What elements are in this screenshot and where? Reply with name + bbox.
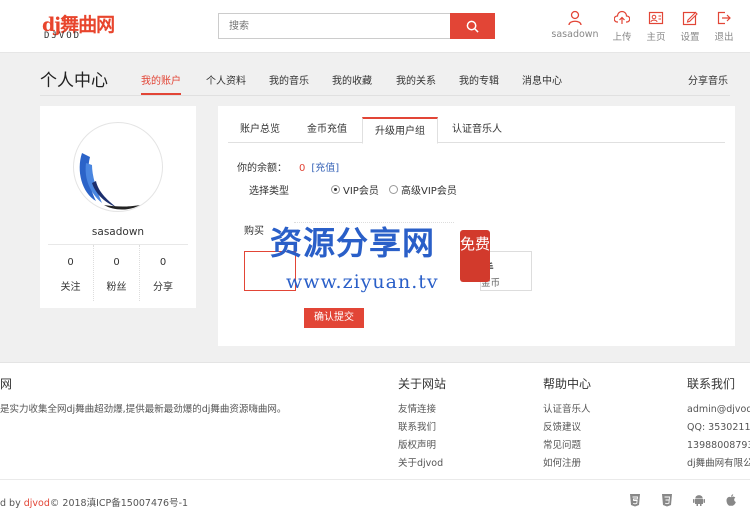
tab-recharge[interactable]: 金币充值 [295,117,359,143]
footer-site-description: 是实力收集全网dj舞曲超劲爆,提供最新最劲爆的dj舞曲资源嗨曲网。 [0,404,287,415]
balance-label: 你的余额： [237,163,287,174]
stat-shares-label: 分享 [153,282,173,293]
search-box [218,13,495,39]
footer-contact-email[interactable]: admin@djvod [687,401,750,419]
footer-link-faq[interactable]: 常见问题 [543,437,591,455]
footer-link-friends[interactable]: 友情连接 [398,401,446,419]
tab-upgrade[interactable]: 升级用户组 [362,117,438,144]
toolbar-logout-label: 退出 [714,32,734,43]
nav-tab-profile[interactable]: 个人资料 [206,72,246,95]
watermark: 资源分享网 www.ziyuan.tv 免费 [270,218,510,298]
nav-tab-albums[interactable]: 我的专辑 [459,72,499,95]
copyright-suffix: © 2018滇ICP备15007476号-1 [49,498,189,509]
android-icon[interactable] [692,493,706,507]
site-logo[interactable]: dj舞曲网 DJVOD [40,10,120,44]
stat-shares[interactable]: 0 分享 [140,245,186,301]
stat-fans[interactable]: 0 粉丝 [94,245,140,301]
stat-fans-label: 粉丝 [106,282,127,293]
toolbar-logout[interactable]: 退出 [699,10,749,43]
radio-vip[interactable]: VIP会员 [331,182,379,197]
profile-card: sasadown 0 关注 0 粉丝 0 分享 [40,106,196,308]
footer-contact-company: dj舞曲网有限公 [687,458,750,469]
tab-musician[interactable]: 认证音乐人 [440,117,514,143]
stat-fans-value: 0 [113,257,120,268]
toolbar-upload-label: 上传 [612,32,632,43]
css3-icon[interactable] [660,493,674,507]
watermark-title: 资源分享网 [270,224,436,262]
footer-contact-phone: 13988008793 [687,440,750,451]
toolbar-home-label: 主页 [646,32,666,43]
tab-overview[interactable]: 账户总览 [228,117,292,143]
search-button[interactable] [450,13,495,39]
stat-following[interactable]: 0 关注 [48,245,94,301]
balance-row: 你的余额： 0 [充值] [237,159,339,174]
panel-tabs: 账户总览 金币充值 升级用户组 认证音乐人 [228,117,725,144]
watermark-url: www.ziyuan.tv [286,271,439,293]
watermark-seal: 免费 [460,230,490,282]
footer-link-feedback[interactable]: 反馈建议 [543,419,591,437]
toolbar-user-label: sasadown [551,29,599,40]
apple-icon[interactable] [724,493,738,507]
nav-tab-relations[interactable]: 我的关系 [396,72,436,95]
footer-col-contact: 联系我们 admin@djvod QQ: 3530211 13988008793… [687,375,750,473]
radio-premium-vip[interactable]: 高级VIP会员 [389,182,457,197]
account-nav: 个人中心 我的账户 个人资料 我的音乐 我的收藏 我的关系 我的专辑 消息中心 … [40,66,730,96]
footer-help-title: 帮助中心 [543,377,592,391]
upload-icon [614,10,630,24]
search-input[interactable] [219,14,453,38]
site-footer: 网 是实力收集全网dj舞曲超劲爆,提供最新最劲爆的dj舞曲资源嗨曲网。 关于网站… [0,362,750,520]
footer-link-copyright[interactable]: 版权声明 [398,437,446,455]
radio-vip-dot[interactable] [331,185,340,194]
html5-icon[interactable] [628,493,642,507]
profile-stats: 0 关注 0 粉丝 0 分享 [48,244,188,301]
username: sasadown [91,226,145,238]
footer-site-heading: 网 [0,377,13,391]
search-icon [466,20,479,33]
copyright-brand-link[interactable]: djvod [24,498,50,509]
home-card-icon [648,11,664,25]
nav-tab-account[interactable]: 我的账户 [141,72,181,95]
buy-label: 购买 [244,226,264,237]
avatar[interactable] [73,122,163,212]
footer-divider [0,479,750,480]
toolbar-user[interactable]: sasadown [549,10,601,40]
confirm-submit-button[interactable]: 确认提交 [304,308,364,328]
footer-link-musician[interactable]: 认证音乐人 [543,401,591,419]
footer-about-site: 网 [0,375,12,401]
footer-copyright: d by djvod© 2018滇ICP备15007476号-1 [0,495,188,509]
footer-link-about[interactable]: 关于djvod [398,455,446,473]
select-type-label: 选择类型 [249,186,289,197]
footer-col-about: 关于网站 友情连接 联系我们 版权声明 关于djvod [398,375,446,473]
stat-following-label: 关注 [60,282,81,293]
radio-premium-label: 高级VIP会员 [401,186,457,197]
stat-following-value: 0 [67,257,74,268]
nav-tab-favorites[interactable]: 我的收藏 [332,72,372,95]
logo-sub: DJVOD [44,31,82,41]
footer-col-help: 帮助中心 认证音乐人 反馈建议 常见问题 如何注册 [543,375,591,473]
recharge-link[interactable]: [充值] [311,163,339,174]
balance-value: 0 [299,163,306,174]
top-bar: dj舞曲网 DJVOD sasadown 上传 主页 设置 退出 [0,0,750,53]
footer-link-contact[interactable]: 联系我们 [398,419,446,437]
user-icon [568,10,582,26]
radio-premium-dot[interactable] [389,185,398,194]
footer-contact-title: 联系我们 [687,377,736,391]
footer-contact-qq: QQ: 3530211 [687,422,750,433]
avatar-image [79,153,140,210]
footer-about-title: 关于网站 [398,377,447,391]
edit-icon [682,11,698,26]
nav-tab-music[interactable]: 我的音乐 [269,72,309,95]
radio-vip-label: VIP会员 [343,186,379,197]
stat-shares-value: 0 [159,257,167,268]
nav-tab-messages[interactable]: 消息中心 [522,72,562,95]
page-title: 个人中心 [40,71,108,91]
footer-link-register[interactable]: 如何注册 [543,455,591,473]
toolbar-settings-label: 设置 [680,32,700,43]
share-music-link[interactable]: 分享音乐 [688,72,728,87]
logout-icon [717,11,731,25]
copyright-prefix: d by [0,498,24,509]
